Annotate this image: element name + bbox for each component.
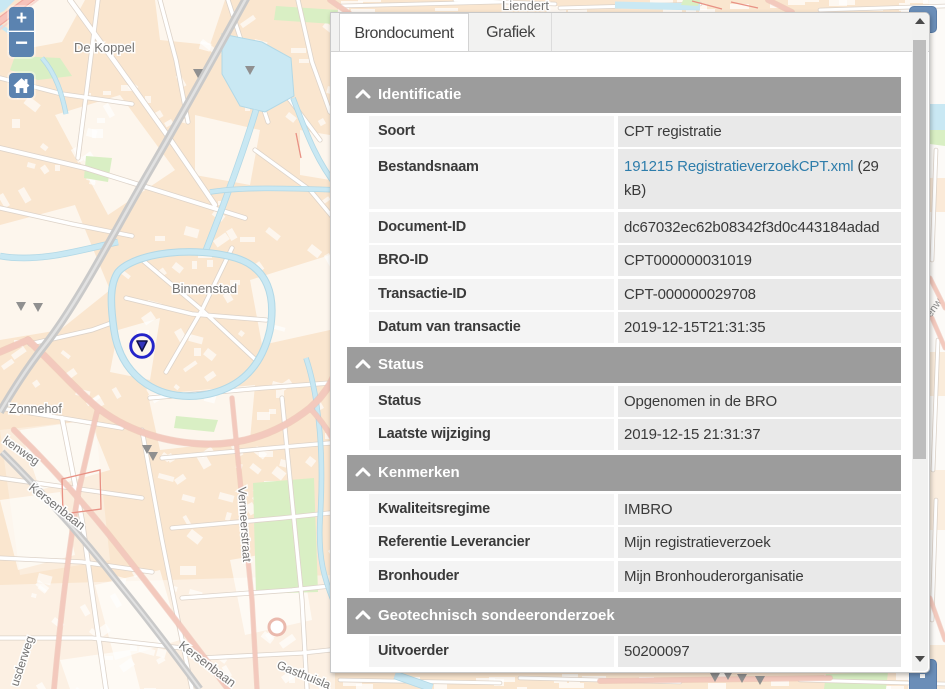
svg-text:De Koppel: De Koppel xyxy=(74,40,135,55)
svg-text:Binnenstad: Binnenstad xyxy=(172,281,237,296)
svg-text:Zonnehof: Zonnehof xyxy=(9,402,62,416)
